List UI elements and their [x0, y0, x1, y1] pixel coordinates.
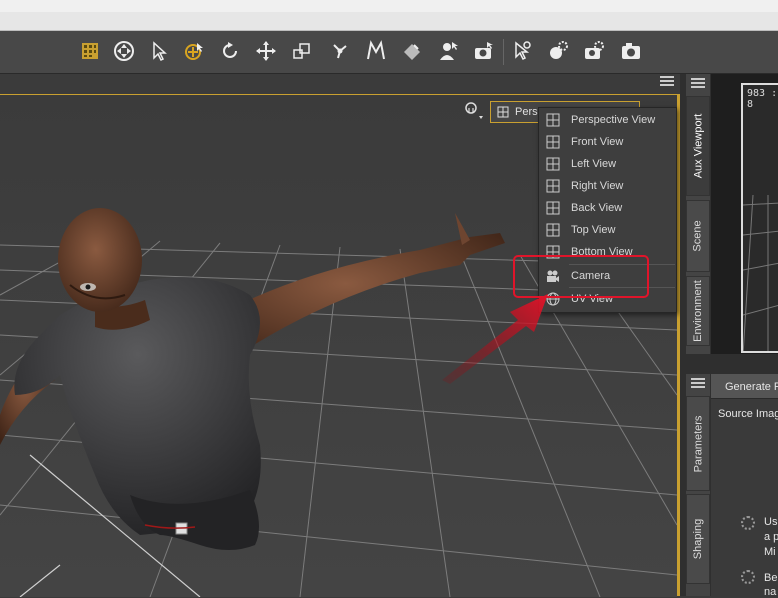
- annotation-arrow: [442, 294, 548, 384]
- hamburger-menu-icon[interactable]: [691, 78, 705, 90]
- view-grid-icon: [545, 179, 560, 194]
- view-grid-icon: [545, 113, 560, 128]
- main-toolbar: [0, 31, 778, 74]
- view-grid-icon: [545, 201, 560, 216]
- scale-tool-icon[interactable]: [288, 37, 316, 65]
- render-icon[interactable]: [470, 37, 498, 65]
- info-text: Mi: [764, 546, 776, 558]
- view-grid-icon: [545, 223, 560, 238]
- menu-item-top-view[interactable]: Top View: [539, 219, 676, 241]
- view-grid-icon: [497, 106, 509, 118]
- loading-icon: [741, 570, 755, 584]
- info-text: na: [764, 586, 777, 598]
- hamburger-menu-icon[interactable]: [691, 378, 705, 390]
- info-text: a p: [764, 531, 778, 543]
- geometry-editor-icon[interactable]: [362, 37, 390, 65]
- aux-viewport[interactable]: [741, 83, 778, 353]
- generate-tab-label[interactable]: Generate F: [725, 381, 778, 393]
- menu-item-left-view[interactable]: Left View: [539, 153, 676, 175]
- tab-environment[interactable]: Environment: [686, 276, 710, 346]
- figure-select-icon[interactable]: [434, 37, 462, 65]
- render-settings-icon[interactable]: [580, 37, 608, 65]
- view-grid-icon: [545, 157, 560, 172]
- pin-icon[interactable]: [463, 101, 483, 121]
- camera-icon[interactable]: [617, 37, 645, 65]
- menu-item-back-view[interactable]: Back View: [539, 197, 676, 219]
- source-image-label: Source Imag: [718, 408, 778, 420]
- translate-tool-icon[interactable]: [252, 37, 280, 65]
- spot-render-icon[interactable]: [544, 37, 572, 65]
- title-bar: [0, 0, 778, 12]
- menu-item-label: Back View: [571, 202, 623, 214]
- tab-scene[interactable]: Scene: [686, 200, 710, 272]
- aux-viewport-label: 983 : 8: [747, 88, 778, 110]
- tab-parameters[interactable]: Parameters: [686, 396, 710, 491]
- tab-aux-viewport[interactable]: Aux Viewport: [686, 96, 710, 196]
- viewport-header: [0, 74, 680, 94]
- info-text: Us: [764, 516, 778, 528]
- surface-selection-icon[interactable]: [398, 37, 426, 65]
- menu-item-label: Front View: [571, 136, 624, 148]
- menu-item-perspective-view[interactable]: Perspective View: [539, 109, 676, 131]
- hamburger-menu-icon[interactable]: [660, 76, 674, 88]
- tab-shaping[interactable]: Shaping: [686, 494, 710, 584]
- camera-pointer-icon[interactable]: [508, 37, 536, 65]
- universal-tool-icon[interactable]: [110, 37, 138, 65]
- menu-item-label: Left View: [571, 158, 617, 170]
- grid-tool-icon[interactable]: [76, 37, 104, 65]
- menu-item-front-view[interactable]: Front View: [539, 131, 676, 153]
- loading-icon: [741, 516, 755, 530]
- pointer-tool-icon[interactable]: [145, 37, 173, 65]
- menu-item-label: Right View: [571, 180, 624, 192]
- view-grid-icon: [545, 135, 560, 150]
- menu-item-label: Perspective View: [571, 114, 656, 126]
- node-select-icon[interactable]: [180, 37, 208, 65]
- rotate-tool-icon[interactable]: [216, 37, 244, 65]
- info-text: Be: [764, 572, 778, 584]
- menu-bar: [0, 12, 778, 31]
- menu-item-label: Top View: [571, 224, 616, 236]
- joint-editor-icon[interactable]: [326, 37, 354, 65]
- toolbar-separator: [503, 39, 504, 65]
- menu-item-right-view[interactable]: Right View: [539, 175, 676, 197]
